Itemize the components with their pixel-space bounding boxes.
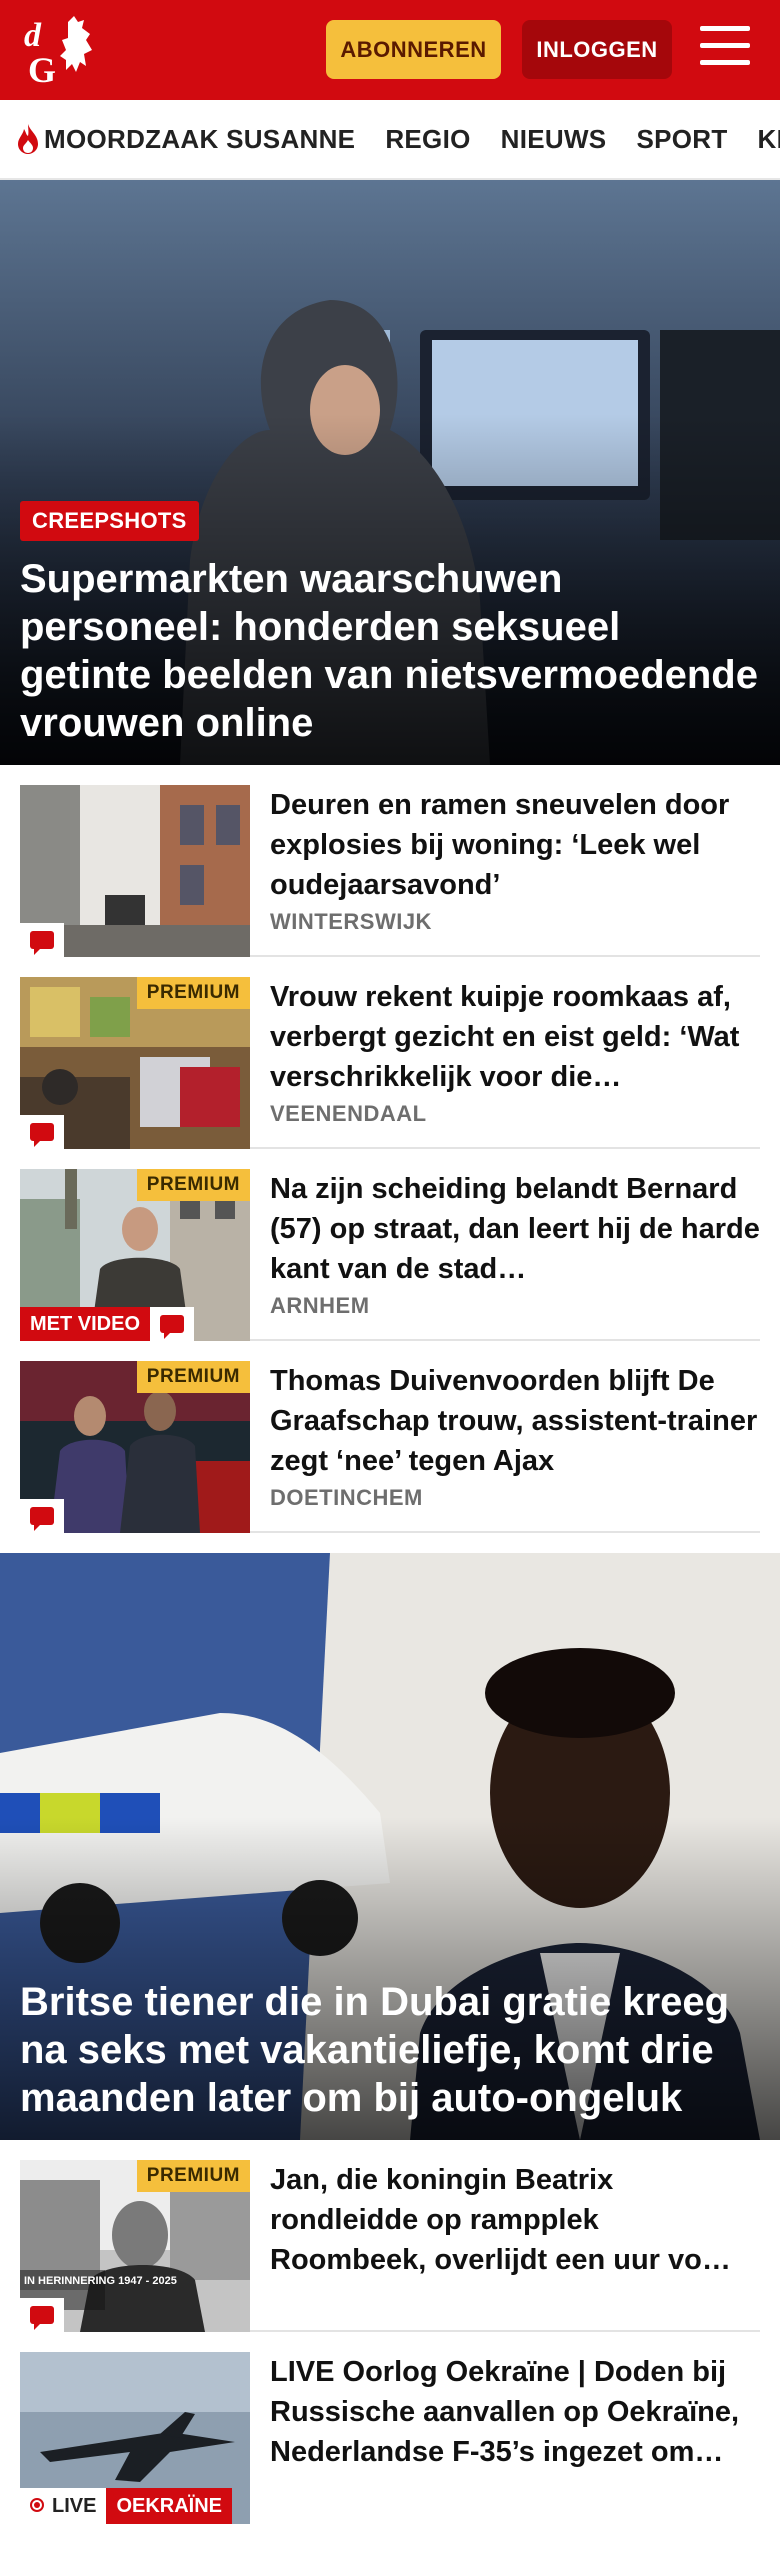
subscribe-button[interactable]: ABONNEREN xyxy=(326,20,501,79)
section-nav: MOORDZAAK SUSANNE REGIO NIEUWS SPORT KIJ… xyxy=(0,100,780,180)
article-list-2: IN HERINNERING 1947 - 2025 PREMIUM Jan, … xyxy=(0,2140,780,2524)
comment-icon xyxy=(20,923,64,957)
article-thumbnail xyxy=(20,785,250,957)
live-tag: LIVE OEKRAÏNE xyxy=(20,2488,233,2524)
list-item[interactable]: LIVE OEKRAÏNE LIVE Oorlog Oekraïne | Dod… xyxy=(20,2332,760,2524)
hero2-caption: Britse tiener die in Dubai gratie kreeg … xyxy=(20,1978,760,2122)
article-title[interactable]: LIVE Oorlog Oekraïne | Doden bij Russisc… xyxy=(270,2352,760,2472)
video-label: MET VIDEO xyxy=(20,1307,151,1341)
list-item[interactable]: Deuren en ramen sneuvelen door explosies… xyxy=(20,765,760,957)
premium-badge: PREMIUM xyxy=(136,2160,250,2192)
article-thumbnail: IN HERINNERING 1947 - 2025 PREMIUM xyxy=(20,2160,250,2332)
comment-icon xyxy=(150,1307,195,1341)
hero-article[interactable]: CREEPSHOTS Supermarkten waarschuwen pers… xyxy=(0,180,780,765)
nav-item-label: MOORDZAAK SUSANNE xyxy=(44,123,356,154)
article-title[interactable]: Jan, die koningin Beatrix rondleidde op … xyxy=(270,2160,760,2280)
list-item[interactable]: PREMIUM Vrouw rekent kuipje roomkaas af,… xyxy=(20,957,760,1149)
comment-icon xyxy=(20,1115,64,1149)
nav-item-sport[interactable]: SPORT xyxy=(636,124,727,155)
hero-title[interactable]: Supermarkten waarschuwen personeel: hond… xyxy=(20,555,760,747)
article-thumbnail: LIVE OEKRAÏNE xyxy=(20,2352,250,2524)
top-header: d G ABONNEREN INLOGGEN xyxy=(0,0,780,100)
article-title[interactable]: Vrouw rekent kuipje roomkaas af, verberg… xyxy=(270,977,760,1097)
premium-badge: PREMIUM xyxy=(136,1169,250,1201)
nav-item-nieuws[interactable]: NIEUWS xyxy=(501,124,607,155)
comment-icon xyxy=(20,1499,64,1533)
article-location: DOETINCHEM xyxy=(270,1485,423,1510)
nav-item-regio[interactable]: REGIO xyxy=(385,124,470,155)
live-label: LIVE xyxy=(52,2495,97,2517)
article-location: ARNHEM xyxy=(270,1293,370,1318)
comment-icon xyxy=(20,2298,64,2332)
svg-text:IN HERINNERING 1947 - 2025: IN HERINNERING 1947 - 2025 xyxy=(24,2275,177,2287)
live-dot-icon xyxy=(30,2498,44,2512)
topic-label: OEKRAÏNE xyxy=(106,2488,233,2524)
article-location: VEENENDAAL xyxy=(270,1101,427,1126)
article-location: WINTERSWIJK xyxy=(270,909,432,934)
article-title[interactable]: Deuren en ramen sneuvelen door explosies… xyxy=(270,785,760,905)
nav-item-moordzaak-susanne[interactable]: MOORDZAAK SUSANNE xyxy=(16,123,355,155)
premium-badge: PREMIUM xyxy=(136,1361,250,1393)
hero2-title[interactable]: Britse tiener die in Dubai gratie kreeg … xyxy=(20,1978,760,2122)
nav-item-kijk[interactable]: KIJK xyxy=(758,124,780,155)
article-thumbnail: PREMIUM xyxy=(20,1361,250,1533)
list-item[interactable]: IN HERINNERING 1947 - 2025 PREMIUM Jan, … xyxy=(20,2140,760,2332)
login-button[interactable]: INLOGGEN xyxy=(522,20,672,79)
premium-badge: PREMIUM xyxy=(136,977,250,1009)
svg-text:G: G xyxy=(28,50,56,88)
dg-logo[interactable]: d G xyxy=(22,12,118,88)
article-thumbnail: PREMIUM MET VIDEO xyxy=(20,1169,250,1341)
hamburger-menu-icon[interactable] xyxy=(700,26,750,70)
article-title[interactable]: Na zijn scheiding belandt Bernard (57) o… xyxy=(270,1169,760,1289)
hero-article-2[interactable]: Britse tiener die in Dubai gratie kreeg … xyxy=(0,1553,780,2140)
list-item[interactable]: PREMIUM Thomas Duivenvoorden blijft De G… xyxy=(20,1341,760,1533)
svg-text:d: d xyxy=(24,17,42,54)
hero-tag[interactable]: CREEPSHOTS xyxy=(20,501,199,541)
hero-caption: CREEPSHOTS Supermarkten waarschuwen pers… xyxy=(20,501,760,747)
article-list: Deuren en ramen sneuvelen door explosies… xyxy=(0,765,780,1533)
list-item[interactable]: PREMIUM MET VIDEO Na zijn scheiding bela… xyxy=(20,1149,760,1341)
article-title[interactable]: Thomas Duivenvoorden blijft De Graafscha… xyxy=(270,1361,760,1481)
article-thumbnail: PREMIUM xyxy=(20,977,250,1149)
video-tag: MET VIDEO xyxy=(20,1307,195,1341)
flame-icon xyxy=(18,124,38,154)
